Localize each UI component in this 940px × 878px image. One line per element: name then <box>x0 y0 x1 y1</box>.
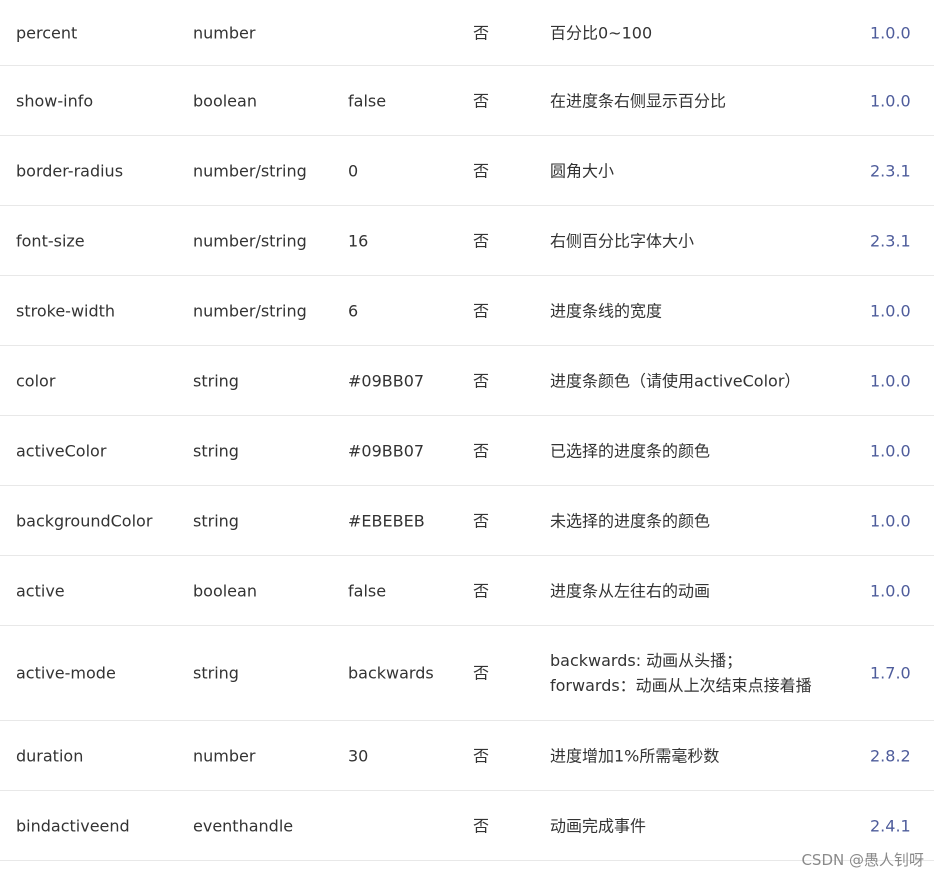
prop-name-cell: duration <box>16 746 84 765</box>
prop-version-cell: 1.0.0 <box>870 301 911 320</box>
prop-required-cell: 否 <box>473 816 490 835</box>
prop-version-cell: 1.0.0 <box>870 511 911 530</box>
prop-type-cell: string <box>193 511 239 530</box>
prop-default-cell: 16 <box>348 231 369 250</box>
prop-type-cell: number/string <box>193 301 307 320</box>
table-row: active boolean false 否 进度条从左往右的动画 1.0.0 <box>0 556 934 626</box>
prop-version-cell: 1.0.0 <box>870 23 911 42</box>
prop-required-cell: 否 <box>473 371 490 390</box>
prop-description-cell: 圆角大小 <box>550 161 615 180</box>
prop-description-cell: 进度条从左往右的动画 <box>550 581 711 600</box>
prop-version-cell: 1.0.0 <box>870 91 911 110</box>
prop-default-cell: #09BB07 <box>348 371 425 390</box>
csdn-watermark: CSDN @愚人钊呀 <box>801 851 924 869</box>
prop-default-cell: false <box>348 581 387 600</box>
prop-name-cell: show-info <box>16 91 94 110</box>
prop-default-cell: backwards <box>348 663 434 683</box>
prop-type-cell: string <box>193 441 239 460</box>
prop-type-cell: number/string <box>193 231 307 250</box>
prop-type-cell: boolean <box>193 91 257 110</box>
table-row: bindactiveend eventhandle 否 动画完成事件 2.4.1 <box>0 791 934 861</box>
prop-default-cell: 0 <box>348 161 359 180</box>
prop-name-cell: font-size <box>16 231 85 250</box>
prop-default-cell: #09BB07 <box>348 441 425 460</box>
prop-required-cell: 否 <box>473 746 490 765</box>
table-row: font-size number/string 16 否 右侧百分比字体大小 2… <box>0 206 934 276</box>
table-row: active-mode string backwards 否 backwards… <box>0 626 934 721</box>
prop-version-cell: 2.4.1 <box>870 816 911 835</box>
prop-type-cell: number/string <box>193 161 307 180</box>
prop-required-cell: 否 <box>473 301 490 320</box>
prop-version-cell: 2.3.1 <box>870 231 911 250</box>
table-row: duration number 30 否 进度增加1%所需毫秒数 2.8.2 <box>0 721 934 791</box>
table-row: percent number 否 百分比0~100 1.0.0 <box>0 0 934 66</box>
prop-type-cell: number <box>193 746 256 765</box>
prop-name-cell: activeColor <box>16 441 107 460</box>
prop-name-cell: color <box>16 371 56 390</box>
prop-name-cell: border-radius <box>16 161 124 180</box>
prop-default-cell: false <box>348 91 387 110</box>
prop-version-cell: 1.0.0 <box>870 441 911 460</box>
prop-description-cell: 进度条线的宽度 <box>550 301 663 320</box>
prop-description-cell: 进度条颜色（请使用activeColor） <box>550 371 801 390</box>
prop-version-cell: 1.0.0 <box>870 371 911 390</box>
prop-required-cell: 否 <box>473 663 490 683</box>
prop-version-cell: 2.8.2 <box>870 746 911 765</box>
table-row: stroke-width number/string 6 否 进度条线的宽度 1… <box>0 276 934 346</box>
prop-version-cell: 1.7.0 <box>870 663 911 683</box>
table-row: color string #09BB07 否 进度条颜色（请使用activeCo… <box>0 346 934 416</box>
prop-version-cell: 1.0.0 <box>870 581 911 600</box>
table-row: show-info boolean false 否 在进度条右侧显示百分比 1.… <box>0 66 934 136</box>
prop-description-cell: 右侧百分比字体大小 <box>550 231 695 250</box>
table-row: backgroundColor string #EBEBEB 否 未选择的进度条… <box>0 486 934 556</box>
prop-name-cell: stroke-width <box>16 301 116 320</box>
prop-description-cell: 在进度条右侧显示百分比 <box>550 91 727 110</box>
prop-required-cell: 否 <box>473 161 490 180</box>
table-row: border-radius number/string 0 否 圆角大小 2.3… <box>0 136 934 206</box>
prop-name-cell: bindactiveend <box>16 816 130 835</box>
table-row: activeColor string #09BB07 否 已选择的进度条的颜色 … <box>0 416 934 486</box>
prop-description-cell: backwards: 动画从头播；forwards：动画从上次结束点接着播 <box>550 651 812 695</box>
prop-description-cell: 已选择的进度条的颜色 <box>550 441 711 460</box>
prop-required-cell: 否 <box>473 511 490 530</box>
prop-required-cell: 否 <box>473 91 490 110</box>
prop-type-cell: string <box>193 371 239 390</box>
prop-name-cell: backgroundColor <box>16 511 153 530</box>
prop-version-cell: 2.3.1 <box>870 161 911 180</box>
prop-description-cell: 动画完成事件 <box>550 816 647 835</box>
prop-required-cell: 否 <box>473 23 490 42</box>
prop-default-cell: 6 <box>348 301 359 320</box>
prop-description-cell: 百分比0~100 <box>550 23 653 42</box>
prop-description-cell: 进度增加1%所需毫秒数 <box>550 746 720 765</box>
prop-description-cell: 未选择的进度条的颜色 <box>550 511 711 530</box>
prop-type-cell: number <box>193 23 256 42</box>
prop-name-cell: percent <box>16 23 78 42</box>
prop-required-cell: 否 <box>473 231 490 250</box>
properties-table: percent number 否 百分比0~100 1.0.0 show-inf… <box>0 0 934 861</box>
prop-type-cell: boolean <box>193 581 257 600</box>
prop-default-cell: 30 <box>348 746 369 765</box>
prop-type-cell: eventhandle <box>193 816 294 835</box>
prop-name-cell: active <box>16 581 65 600</box>
prop-required-cell: 否 <box>473 441 490 460</box>
prop-default-cell: #EBEBEB <box>348 511 425 530</box>
prop-name-cell: active-mode <box>16 663 116 683</box>
prop-required-cell: 否 <box>473 581 490 600</box>
prop-type-cell: string <box>193 663 239 683</box>
